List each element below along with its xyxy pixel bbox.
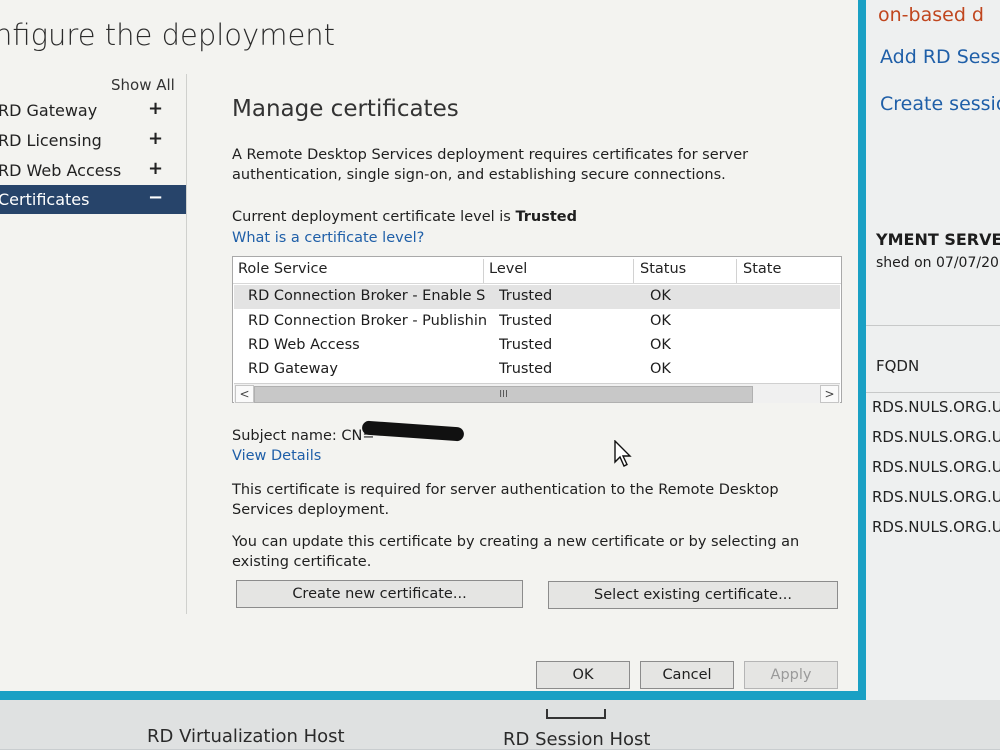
scroll-left-icon[interactable]: < <box>235 385 254 403</box>
mouse-cursor-icon <box>614 440 632 467</box>
column-header-role-service[interactable]: Role Service <box>238 261 327 277</box>
column-separator <box>633 259 634 283</box>
nav-item-rd-licensing[interactable]: RD Licensing + <box>0 126 186 155</box>
scrollbar-thumb[interactable]: III <box>254 386 753 403</box>
rd-virtualization-host-label: RD Virtualization Host <box>147 726 345 747</box>
level-cell: Trusted <box>499 361 553 377</box>
table-row[interactable]: RD Gateway Trusted OK <box>234 358 840 382</box>
status-cell: OK <box>650 361 671 377</box>
deployment-servers-heading: YMENT SERVER <box>876 230 1000 249</box>
expand-icon: + <box>148 128 164 149</box>
nav-item-rd-web-access[interactable]: RD Web Access + <box>0 156 186 185</box>
level-cell: Trusted <box>499 337 553 353</box>
role-cell: RD Connection Broker - Publishing <box>248 313 486 329</box>
intro-text: A Remote Desktop Services deployment req… <box>232 147 749 183</box>
level-cell: Trusted <box>499 288 553 304</box>
section-title: Manage certificates <box>232 96 459 122</box>
subject-name-label: Subject name: CN= <box>232 428 375 444</box>
show-all-link[interactable]: Show All <box>111 76 175 94</box>
expand-icon: + <box>148 98 164 119</box>
role-cell: RD Gateway <box>248 361 338 377</box>
fqdn-cell: RDS.NULS.ORG.UK <box>872 428 1000 446</box>
divider <box>866 392 1000 393</box>
certificate-level-line: Current deployment certificate level is … <box>232 207 822 227</box>
bg-heading-text: on-based d <box>878 4 984 26</box>
fqdn-cell: RDS.NULS.ORG.UK <box>872 398 1000 416</box>
column-separator <box>483 259 484 283</box>
header-divider <box>233 283 841 284</box>
collapse-icon: − <box>148 187 164 208</box>
nav-item-label: RD Web Access <box>0 161 122 180</box>
create-session-link[interactable]: Create sessio <box>880 93 1000 115</box>
status-cell: OK <box>650 337 671 353</box>
certificate-level-prefix: Current deployment certificate level is <box>232 209 511 225</box>
column-header-level[interactable]: Level <box>489 261 527 277</box>
column-header-state[interactable]: State <box>743 261 781 277</box>
nav-item-rd-gateway[interactable]: RD Gateway + <box>0 96 186 125</box>
update-certificate-text: You can update this certificate by creat… <box>232 534 800 570</box>
expand-icon: + <box>148 158 164 179</box>
nav-item-label: RD Licensing <box>0 131 102 150</box>
nav-item-certificates[interactable]: Certificates − <box>0 185 186 214</box>
fqdn-cell: RDS.NULS.ORG.UK <box>872 488 1000 506</box>
configure-deployment-dialog: nfigure the deployment Show All RD Gatew… <box>0 0 866 700</box>
create-new-certificate-button[interactable]: Create new certificate... <box>236 580 523 608</box>
horizontal-scrollbar[interactable]: < III > <box>234 383 840 403</box>
published-date: shed on 07/07/20 <box>876 255 999 271</box>
cancel-button[interactable]: Cancel <box>640 661 734 689</box>
fqdn-cell: RDS.NULS.ORG.UK <box>872 458 1000 476</box>
apply-button[interactable]: Apply <box>744 661 838 689</box>
scroll-right-icon[interactable]: > <box>820 385 839 403</box>
rd-session-host-label: RD Session Host <box>503 729 651 750</box>
what-is-certificate-level-link[interactable]: What is a certificate level? <box>232 228 424 248</box>
status-cell: OK <box>650 313 671 329</box>
nav-divider <box>186 74 187 614</box>
server-icon <box>546 709 606 719</box>
status-cell: OK <box>650 288 671 304</box>
nav-item-label: RD Gateway <box>0 101 98 120</box>
divider <box>866 325 1000 326</box>
select-existing-certificate-button[interactable]: Select existing certificate... <box>548 581 838 609</box>
ok-button[interactable]: OK <box>536 661 630 689</box>
certificate-required-text: This certificate is required for server … <box>232 482 779 518</box>
view-details-link[interactable]: View Details <box>232 446 321 466</box>
fqdn-cell: RDS.NULS.ORG.UK <box>872 518 1000 536</box>
certificate-level-value: Trusted <box>515 209 578 225</box>
dialog-title: nfigure the deployment <box>0 18 336 52</box>
table-row[interactable]: RD Connection Broker - Publishing Truste… <box>234 310 840 334</box>
background-bottom-panel: RD Virtualization Host RD Session Host <box>0 700 1000 750</box>
background-window: on-based d Add RD Sessi Create sessio YM… <box>866 0 1000 700</box>
role-services-table: Role Service Level Status State RD Conne… <box>232 256 842 403</box>
add-rd-session-link[interactable]: Add RD Sessi <box>880 46 1000 68</box>
column-header-status[interactable]: Status <box>640 261 686 277</box>
level-cell: Trusted <box>499 313 553 329</box>
table-row[interactable]: RD Connection Broker - Enable Sing Trust… <box>234 285 840 309</box>
table-row[interactable]: RD Web Access Trusted OK <box>234 334 840 358</box>
nav-item-label: Certificates <box>0 190 90 209</box>
column-separator <box>736 259 737 283</box>
role-cell: RD Web Access <box>248 337 360 353</box>
role-cell: RD Connection Broker - Enable Sing <box>248 288 486 304</box>
fqdn-column-header: FQDN <box>876 357 920 375</box>
